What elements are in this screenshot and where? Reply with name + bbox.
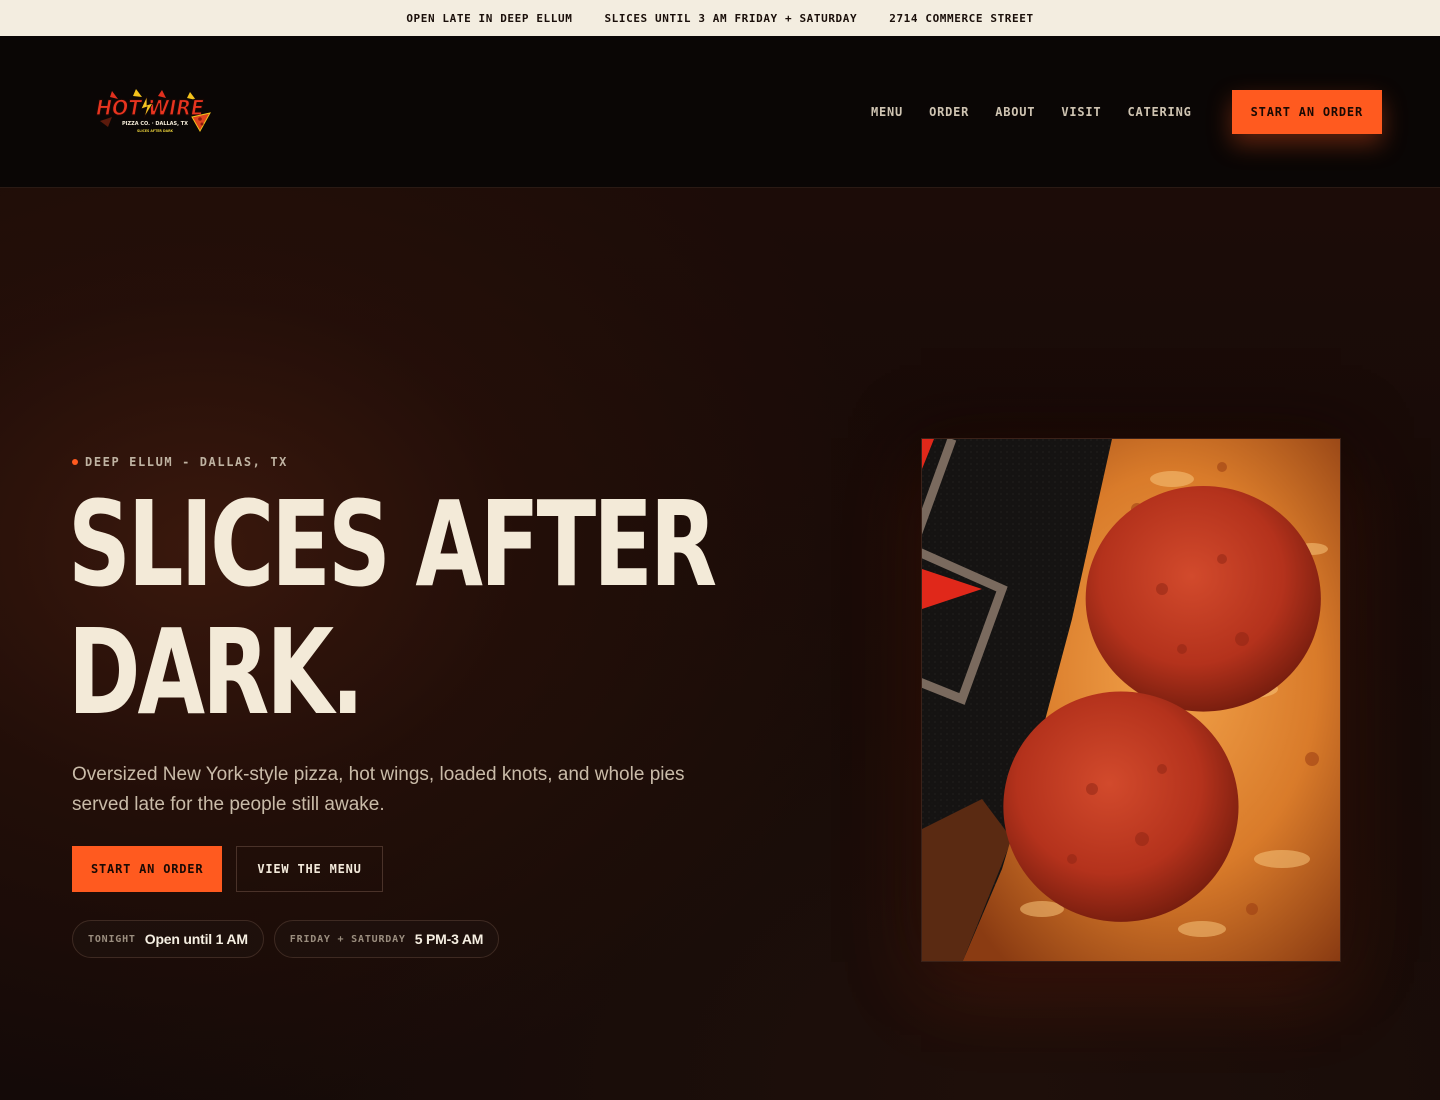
pizza-slice-photo [921,438,1341,962]
hero-cta-row: START AN ORDER VIEW THE MENU [72,846,383,892]
hours-pill-value: 5 PM-3 AM [414,931,484,947]
logo-tagline: PIZZA CO. · DALLAS, TX [122,121,189,127]
nav-link-menu[interactable]: MENU [871,105,903,119]
logo-subtagline: SLICES AFTER DARK [137,129,173,133]
hero-section: DEEP ELLUM - DALLAS, TX SLICES AFTER DAR… [0,188,1440,1100]
nav-links: MENU ORDER ABOUT VISIT CATERING [871,105,1192,119]
announcement-item: OPEN LATE IN DEEP ELLUM [406,11,573,25]
hours-pill-tonight: TONIGHT Open until 1 AM [72,920,264,958]
header-start-order-button[interactable]: START AN ORDER [1231,89,1382,134]
main-nav: MENU ORDER ABOUT VISIT CATERING START AN… [871,89,1382,134]
hot-wire-logo: HOT WIRE PIZZA CO. · DALLAS, TX SLICES A… [95,88,211,133]
hours-pills: TONIGHT Open until 1 AM FRIDAY + SATURDA… [72,920,500,958]
logo-link[interactable]: HOT WIRE PIZZA CO. · DALLAS, TX SLICES A… [92,87,214,137]
hero-eyebrow-text: DEEP ELLUM - DALLAS, TX [85,455,288,469]
hero-headline: SLICES AFTER DARK. [68,480,717,736]
site-header: HOT WIRE PIZZA CO. · DALLAS, TX SLICES A… [0,36,1440,188]
nav-link-catering[interactable]: CATERING [1127,105,1191,119]
hero-subcopy: Oversized New York-style pizza, hot wing… [72,764,685,815]
location-dot-icon [72,459,78,465]
hero-start-order-button[interactable]: START AN ORDER [72,846,223,892]
hours-pill-value: Open until 1 AM [144,931,248,947]
hero-eyebrow: DEEP ELLUM - DALLAS, TX [72,455,288,469]
pizza-slice-image [922,439,1340,961]
hours-pill-weekend: FRIDAY + SATURDAY 5 PM-3 AM [273,920,500,958]
view-menu-button[interactable]: VIEW THE MENU [236,846,383,892]
announcement-item: SLICES UNTIL 3 AM FRIDAY + SATURDAY [604,11,858,25]
hero-headline-line-1: SLICES AFTER [68,475,717,613]
nav-link-about[interactable]: ABOUT [995,105,1035,119]
hours-pill-label: TONIGHT [88,933,136,945]
nav-link-visit[interactable]: VISIT [1061,105,1101,119]
announcement-bar: OPEN LATE IN DEEP ELLUM SLICES UNTIL 3 A… [0,0,1440,36]
hours-pill-label: FRIDAY + SATURDAY [289,933,406,945]
hero-headline-line-2: DARK. [68,603,364,741]
nav-link-order[interactable]: ORDER [929,105,969,119]
announcement-item: 2714 COMMERCE STREET [889,11,1034,25]
